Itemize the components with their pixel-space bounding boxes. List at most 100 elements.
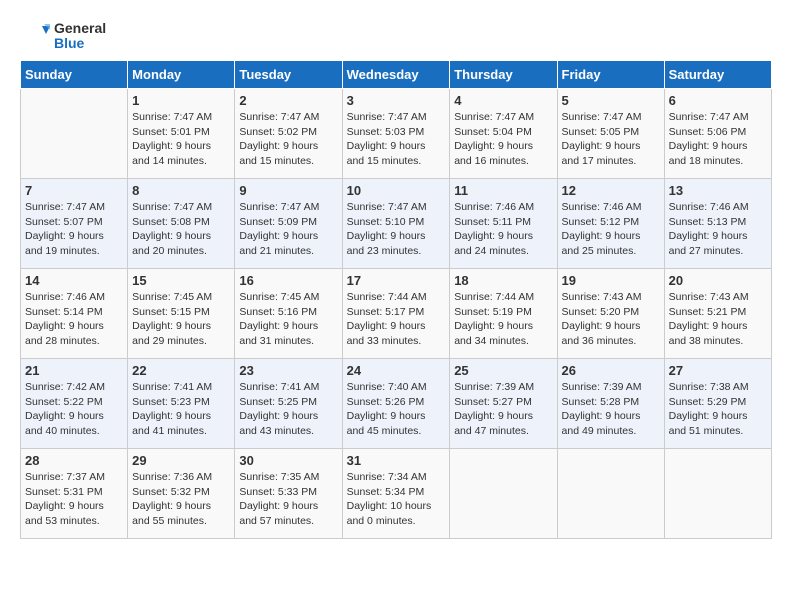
calendar-week-row: 1 Sunrise: 7:47 AM Sunset: 5:01 PM Daylig… (21, 89, 772, 179)
day-info: Sunrise: 7:36 AM Sunset: 5:32 PM Dayligh… (132, 470, 230, 529)
day-info: Sunrise: 7:47 AM Sunset: 5:08 PM Dayligh… (132, 200, 230, 259)
day-info: Sunrise: 7:43 AM Sunset: 5:21 PM Dayligh… (669, 290, 767, 349)
calendar-table: SundayMondayTuesdayWednesdayThursdayFrid… (20, 60, 772, 539)
calendar-cell: 7 Sunrise: 7:47 AM Sunset: 5:07 PM Daylig… (21, 179, 128, 269)
calendar-cell (557, 449, 664, 539)
calendar-cell: 12 Sunrise: 7:46 AM Sunset: 5:12 PM Dayli… (557, 179, 664, 269)
calendar-cell (21, 89, 128, 179)
calendar-cell (664, 449, 771, 539)
calendar-week-row: 7 Sunrise: 7:47 AM Sunset: 5:07 PM Daylig… (21, 179, 772, 269)
calendar-cell: 10 Sunrise: 7:47 AM Sunset: 5:10 PM Dayli… (342, 179, 450, 269)
day-info: Sunrise: 7:46 AM Sunset: 5:13 PM Dayligh… (669, 200, 767, 259)
day-info: Sunrise: 7:34 AM Sunset: 5:34 PM Dayligh… (347, 470, 446, 529)
day-info: Sunrise: 7:47 AM Sunset: 5:05 PM Dayligh… (562, 110, 660, 169)
day-number: 21 (25, 363, 123, 378)
weekday-header-row: SundayMondayTuesdayWednesdayThursdayFrid… (21, 61, 772, 89)
day-number: 14 (25, 273, 123, 288)
day-number: 11 (454, 183, 552, 198)
calendar-cell: 16 Sunrise: 7:45 AM Sunset: 5:16 PM Dayli… (235, 269, 342, 359)
weekday-header: Sunday (21, 61, 128, 89)
weekday-header: Monday (128, 61, 235, 89)
day-number: 17 (347, 273, 446, 288)
calendar-cell: 3 Sunrise: 7:47 AM Sunset: 5:03 PM Daylig… (342, 89, 450, 179)
day-info: Sunrise: 7:44 AM Sunset: 5:17 PM Dayligh… (347, 290, 446, 349)
day-info: Sunrise: 7:47 AM Sunset: 5:03 PM Dayligh… (347, 110, 446, 169)
day-info: Sunrise: 7:47 AM Sunset: 5:06 PM Dayligh… (669, 110, 767, 169)
calendar-cell: 18 Sunrise: 7:44 AM Sunset: 5:19 PM Dayli… (450, 269, 557, 359)
calendar-cell: 5Sunrise: 7:47 AM Sunset: 5:05 PM Daylig… (557, 89, 664, 179)
calendar-cell: 13 Sunrise: 7:46 AM Sunset: 5:13 PM Dayli… (664, 179, 771, 269)
calendar-cell: 17 Sunrise: 7:44 AM Sunset: 5:17 PM Dayli… (342, 269, 450, 359)
day-info: Sunrise: 7:35 AM Sunset: 5:33 PM Dayligh… (239, 470, 337, 529)
day-number: 9 (239, 183, 337, 198)
day-info: Sunrise: 7:37 AM Sunset: 5:31 PM Dayligh… (25, 470, 123, 529)
calendar-cell: 26Sunrise: 7:39 AM Sunset: 5:28 PM Dayli… (557, 359, 664, 449)
day-info: Sunrise: 7:47 AM Sunset: 5:02 PM Dayligh… (239, 110, 337, 169)
day-info: Sunrise: 7:39 AM Sunset: 5:28 PM Dayligh… (562, 380, 660, 439)
day-number: 6 (669, 93, 767, 108)
day-number: 30 (239, 453, 337, 468)
day-number: 3 (347, 93, 446, 108)
day-info: Sunrise: 7:40 AM Sunset: 5:26 PM Dayligh… (347, 380, 446, 439)
calendar-cell: 30 Sunrise: 7:35 AM Sunset: 5:33 PM Dayli… (235, 449, 342, 539)
day-number: 22 (132, 363, 230, 378)
calendar-cell: 20 Sunrise: 7:43 AM Sunset: 5:21 PM Dayli… (664, 269, 771, 359)
weekday-header: Wednesday (342, 61, 450, 89)
calendar-cell: 1 Sunrise: 7:47 AM Sunset: 5:01 PM Daylig… (128, 89, 235, 179)
calendar-cell: 8 Sunrise: 7:47 AM Sunset: 5:08 PM Daylig… (128, 179, 235, 269)
page-header: General Blue (20, 20, 772, 52)
logo-container: General Blue (20, 20, 106, 52)
calendar-cell: 24 Sunrise: 7:40 AM Sunset: 5:26 PM Dayli… (342, 359, 450, 449)
weekday-header: Thursday (450, 61, 557, 89)
day-info: Sunrise: 7:41 AM Sunset: 5:25 PM Dayligh… (239, 380, 337, 439)
day-number: 23 (239, 363, 337, 378)
calendar-cell: 4 Sunrise: 7:47 AM Sunset: 5:04 PM Daylig… (450, 89, 557, 179)
day-info: Sunrise: 7:46 AM Sunset: 5:11 PM Dayligh… (454, 200, 552, 259)
calendar-cell: 21 Sunrise: 7:42 AM Sunset: 5:22 PM Dayli… (21, 359, 128, 449)
day-info: Sunrise: 7:47 AM Sunset: 5:09 PM Dayligh… (239, 200, 337, 259)
day-number: 25 (454, 363, 552, 378)
day-info: Sunrise: 7:44 AM Sunset: 5:19 PM Dayligh… (454, 290, 552, 349)
day-info: Sunrise: 7:47 AM Sunset: 5:07 PM Dayligh… (25, 200, 123, 259)
logo-bird-icon (20, 20, 52, 52)
day-info: Sunrise: 7:38 AM Sunset: 5:29 PM Dayligh… (669, 380, 767, 439)
day-number: 28 (25, 453, 123, 468)
day-info: Sunrise: 7:42 AM Sunset: 5:22 PM Dayligh… (25, 380, 123, 439)
calendar-cell: 15Sunrise: 7:45 AM Sunset: 5:15 PM Dayli… (128, 269, 235, 359)
calendar-cell: 9 Sunrise: 7:47 AM Sunset: 5:09 PM Daylig… (235, 179, 342, 269)
day-number: 31 (347, 453, 446, 468)
calendar-cell: 23 Sunrise: 7:41 AM Sunset: 5:25 PM Dayli… (235, 359, 342, 449)
calendar-cell: 29Sunrise: 7:36 AM Sunset: 5:32 PM Dayli… (128, 449, 235, 539)
day-number: 19 (562, 273, 660, 288)
day-info: Sunrise: 7:47 AM Sunset: 5:04 PM Dayligh… (454, 110, 552, 169)
day-info: Sunrise: 7:45 AM Sunset: 5:15 PM Dayligh… (132, 290, 230, 349)
calendar-cell: 6 Sunrise: 7:47 AM Sunset: 5:06 PM Daylig… (664, 89, 771, 179)
day-number: 7 (25, 183, 123, 198)
calendar-week-row: 28 Sunrise: 7:37 AM Sunset: 5:31 PM Dayli… (21, 449, 772, 539)
day-number: 13 (669, 183, 767, 198)
calendar-cell (450, 449, 557, 539)
calendar-cell: 19Sunrise: 7:43 AM Sunset: 5:20 PM Dayli… (557, 269, 664, 359)
day-number: 10 (347, 183, 446, 198)
day-number: 18 (454, 273, 552, 288)
day-info: Sunrise: 7:41 AM Sunset: 5:23 PM Dayligh… (132, 380, 230, 439)
day-info: Sunrise: 7:46 AM Sunset: 5:14 PM Dayligh… (25, 290, 123, 349)
day-number: 8 (132, 183, 230, 198)
day-number: 16 (239, 273, 337, 288)
weekday-header: Friday (557, 61, 664, 89)
day-info: Sunrise: 7:39 AM Sunset: 5:27 PM Dayligh… (454, 380, 552, 439)
day-info: Sunrise: 7:45 AM Sunset: 5:16 PM Dayligh… (239, 290, 337, 349)
day-number: 12 (562, 183, 660, 198)
day-number: 2 (239, 93, 337, 108)
weekday-header: Tuesday (235, 61, 342, 89)
day-info: Sunrise: 7:47 AM Sunset: 5:01 PM Dayligh… (132, 110, 230, 169)
day-number: 1 (132, 93, 230, 108)
calendar-cell: 2 Sunrise: 7:47 AM Sunset: 5:02 PM Daylig… (235, 89, 342, 179)
calendar-week-row: 21 Sunrise: 7:42 AM Sunset: 5:22 PM Dayli… (21, 359, 772, 449)
day-number: 24 (347, 363, 446, 378)
day-info: Sunrise: 7:47 AM Sunset: 5:10 PM Dayligh… (347, 200, 446, 259)
day-number: 4 (454, 93, 552, 108)
calendar-cell: 28 Sunrise: 7:37 AM Sunset: 5:31 PM Dayli… (21, 449, 128, 539)
day-info: Sunrise: 7:46 AM Sunset: 5:12 PM Dayligh… (562, 200, 660, 259)
day-number: 20 (669, 273, 767, 288)
